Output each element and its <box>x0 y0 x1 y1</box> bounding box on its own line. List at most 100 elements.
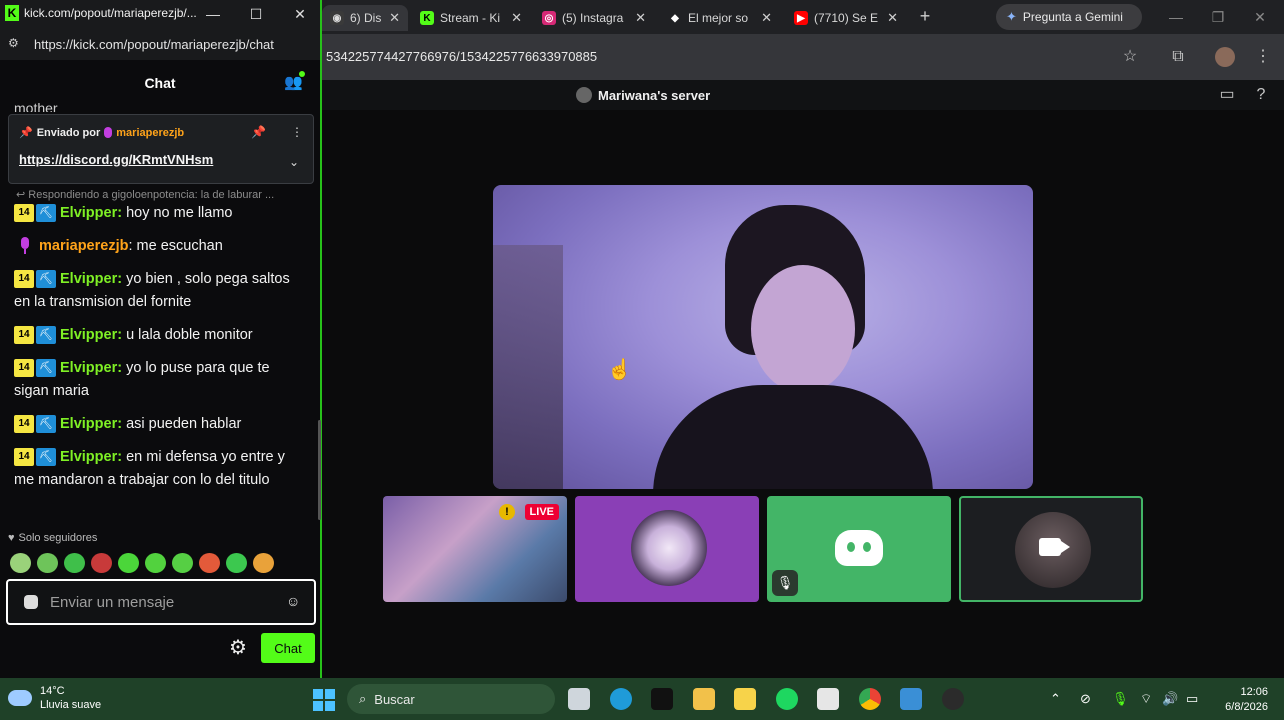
file-explorer-icon[interactable] <box>693 688 715 710</box>
more-options-icon[interactable]: ⋮ <box>291 125 303 139</box>
url-text[interactable]: 534225774427766976/1534225776633970885 <box>326 49 597 64</box>
username[interactable]: mariaperezjb <box>39 238 128 254</box>
tiktok-icon[interactable] <box>651 688 673 710</box>
wifi-icon[interactable]: ⌔ <box>1140 691 1152 707</box>
chat-message[interactable]: 14 ⛏ Elvipper: asi pueden hablar <box>14 413 304 436</box>
network-off-icon[interactable]: ⊘ <box>1080 691 1091 707</box>
tab-instagram[interactable]: ◎ (5) Instagra ✕ <box>534 5 654 31</box>
microphone-icon[interactable]: 🎙 <box>1112 691 1129 707</box>
close-icon[interactable]: ✕ <box>887 10 898 26</box>
emote-icon[interactable] <box>64 553 85 573</box>
emote-icon[interactable] <box>199 553 220 573</box>
chat-message[interactable]: mariaperezjb: me escuchan <box>14 235 304 258</box>
close-icon[interactable]: ✕ <box>511 10 522 26</box>
hand-cursor-icon: ☝ <box>607 359 632 381</box>
tab-title: (5) Instagra <box>562 11 624 25</box>
chat-message[interactable]: 14 ⛏ Elvipper: en mi defensa yo entre y me… <box>14 446 304 492</box>
edge-icon[interactable] <box>610 688 632 710</box>
store-icon[interactable] <box>817 688 839 710</box>
stream-thumbnail-avatar[interactable] <box>575 496 759 602</box>
site-settings-icon[interactable]: ⚙ <box>8 36 19 50</box>
username[interactable]: Elvipper <box>60 416 117 432</box>
emote-icon[interactable] <box>37 553 58 573</box>
emoji-icon[interactable]: ☺ <box>286 593 300 609</box>
message-text: me escuchan <box>136 238 223 254</box>
pin-icon: 📌 <box>19 127 33 139</box>
stream-thumbnail-game[interactable]: ! LIVE <box>383 496 567 602</box>
emote-icon[interactable] <box>10 553 31 573</box>
bookmark-star-icon[interactable]: ☆ <box>1119 46 1141 68</box>
screen: ◉ 6) Dis ✕ K Stream - Ki ✕ ◎ (5) Instagr… <box>0 0 1284 720</box>
help-icon[interactable]: ? <box>1250 84 1272 106</box>
maximize-button[interactable]: ❐ <box>1198 0 1238 34</box>
minimize-button[interactable]: — <box>1156 0 1196 34</box>
emote-icon[interactable] <box>172 553 193 573</box>
battery-icon[interactable]: ▭ <box>1186 691 1198 707</box>
gemini-button[interactable]: ✦ Pregunta a Gemini <box>996 4 1142 30</box>
notes-icon[interactable] <box>734 688 756 710</box>
chatters-icon[interactable]: 👥 <box>284 71 305 91</box>
username[interactable]: Elvipper <box>60 327 117 343</box>
search-icon: ⌕ <box>359 691 367 706</box>
popout-url[interactable]: https://kick.com/popout/mariaperezjb/cha… <box>34 37 274 52</box>
main-video-feed[interactable] <box>493 185 1033 489</box>
username[interactable]: Elvipper <box>60 271 117 287</box>
pinned-author[interactable]: mariaperezjb <box>116 127 184 139</box>
system-clock[interactable]: 12:06 6/8/2026 <box>1218 685 1268 715</box>
chat-message[interactable]: 14 ⛏ Elvipper: hoy no me llamo <box>14 202 304 225</box>
tab-el-mejor[interactable]: ◆ El mejor so ✕ <box>660 5 780 31</box>
photos-icon[interactable] <box>900 688 922 710</box>
send-chat-button[interactable]: Chat <box>261 633 315 663</box>
close-icon[interactable]: ✕ <box>635 10 646 26</box>
username[interactable]: Elvipper <box>60 360 117 376</box>
gear-icon[interactable]: ⚙ <box>226 636 250 660</box>
tab-youtube[interactable]: ▶ (7710) Se E ✕ <box>786 5 906 31</box>
pinned-label: Enviado por <box>36 126 101 139</box>
avatar-art <box>631 510 707 586</box>
maximize-button[interactable]: ☐ <box>245 3 267 25</box>
participant-discord[interactable]: 🎙 <box>767 496 951 602</box>
task-view-icon[interactable] <box>568 688 590 710</box>
windows-start-icon[interactable] <box>313 689 335 711</box>
tab-kick-stream[interactable]: K Stream - Ki ✕ <box>412 5 530 31</box>
weather-widget[interactable]: 14°C Lluvia suave <box>8 684 101 712</box>
chat-scrollbar[interactable] <box>318 420 321 520</box>
emote-icon[interactable] <box>253 553 274 573</box>
chat-input[interactable] <box>50 591 270 613</box>
close-icon[interactable]: ✕ <box>761 10 772 26</box>
username[interactable]: Elvipper <box>60 205 117 221</box>
chrome-icon[interactable] <box>859 688 881 710</box>
profile-avatar[interactable] <box>1215 47 1235 67</box>
emote-icon[interactable] <box>226 553 247 573</box>
new-tab-button[interactable]: + <box>914 5 936 27</box>
spotify-icon[interactable] <box>776 688 798 710</box>
emote-icon[interactable] <box>91 553 112 573</box>
chevron-down-icon[interactable]: ⌄ <box>289 155 299 169</box>
person-face <box>751 265 855 393</box>
participant-camera[interactable] <box>959 496 1143 602</box>
menu-dots-icon[interactable]: ⋮ <box>1252 46 1274 68</box>
unpin-icon[interactable]: 📌 <box>251 125 266 139</box>
emote-icon[interactable] <box>145 553 166 573</box>
chevron-up-icon[interactable]: ⌃ <box>1050 691 1061 707</box>
chat-message[interactable]: 14 ⛏ Elvipper: u lala doble monitor <box>14 324 304 347</box>
pinned-link[interactable]: https://discord.gg/KRmtVNHsm <box>19 152 213 167</box>
extensions-icon[interactable]: ⧉ <box>1167 46 1189 68</box>
obs-icon[interactable] <box>942 688 964 710</box>
close-icon[interactable]: ✕ <box>389 10 400 26</box>
tab-discord[interactable]: ◉ 6) Dis ✕ <box>322 5 408 31</box>
minimize-button[interactable]: — <box>202 3 224 25</box>
inbox-icon[interactable]: ▭ <box>1216 84 1238 106</box>
tab-strip: ◉ 6) Dis ✕ K Stream - Ki ✕ ◎ (5) Instagr… <box>322 0 1284 34</box>
chat-message[interactable]: 14 ⛏ Elvipper: yo lo puse para que te siga… <box>14 357 304 403</box>
username[interactable]: Elvipper <box>60 449 117 465</box>
chat-message[interactable]: 14 ⛏ Elvipper: yo bien , solo pega saltos … <box>14 268 304 314</box>
taskbar-search[interactable]: ⌕ Buscar <box>347 684 555 714</box>
pickaxe-badge-icon: ⛏ <box>36 448 56 467</box>
close-window-button[interactable]: ✕ <box>1240 0 1280 34</box>
host-mic-icon <box>104 127 113 138</box>
close-button[interactable]: ✕ <box>289 3 311 25</box>
tab-title: Stream - Ki <box>440 11 501 25</box>
volume-icon[interactable]: 🔊 <box>1162 691 1178 707</box>
emote-icon[interactable] <box>118 553 139 573</box>
